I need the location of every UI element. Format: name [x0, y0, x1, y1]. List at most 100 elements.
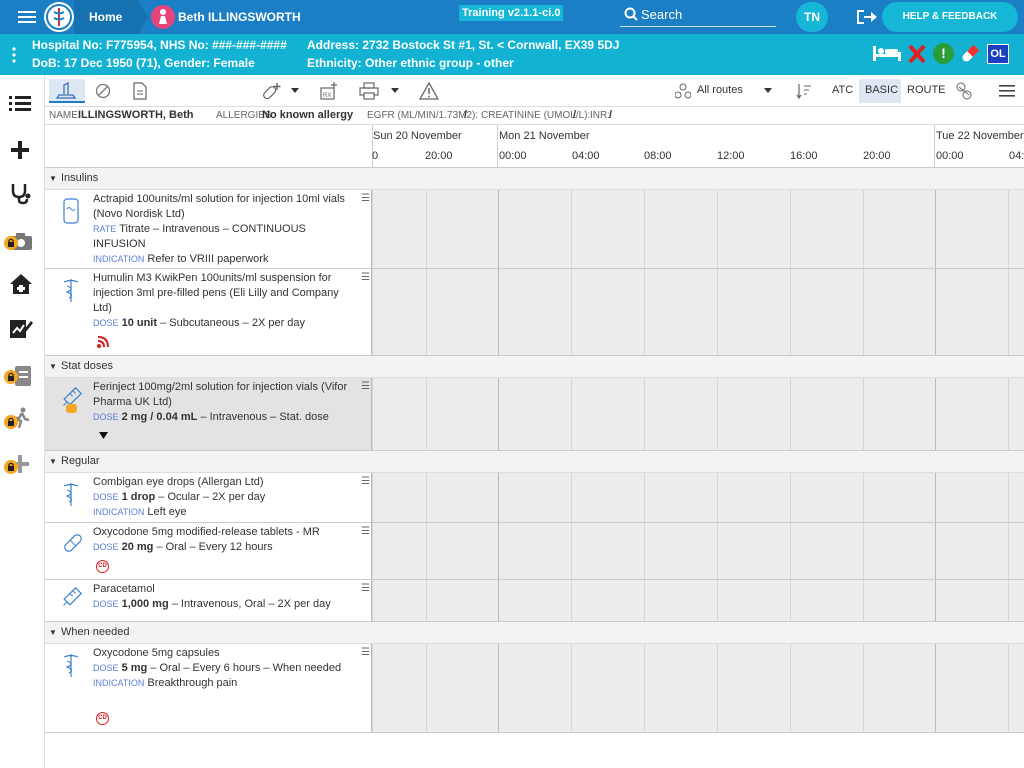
grid-line — [863, 378, 864, 450]
row-menu-icon[interactable]: ☰ — [361, 381, 370, 392]
help-feedback-button[interactable]: HELP & FEEDBACK — [882, 2, 1018, 32]
row-menu-icon[interactable]: ☰ — [361, 476, 370, 487]
administration-view-button[interactable] — [49, 79, 85, 103]
grid-line — [863, 473, 864, 522]
disabled-view-icon[interactable] — [95, 83, 111, 99]
drug-row-oxycodone-mr[interactable]: Oxycodone 5mg modified-release tablets -… — [45, 523, 1024, 580]
time-label: 16:00 — [790, 150, 818, 162]
dose-text: – Subcutaneous – 2X per day — [160, 317, 306, 329]
printer-icon[interactable] — [359, 82, 379, 100]
timeline-grid[interactable] — [372, 523, 1024, 579]
drug-row-paracetamol[interactable]: Paracetamol DOSE 1,000 mg – Intravenous,… — [45, 580, 1024, 622]
grid-line — [644, 473, 645, 522]
ol-badge[interactable]: OL — [987, 44, 1009, 64]
list-icon[interactable] — [9, 95, 31, 113]
dose-text: – Ocular – 2X per day — [158, 491, 266, 503]
hamburger-menu-icon[interactable] — [999, 85, 1015, 97]
top-bar: Home Beth ILLINGSWORTH Training v2.1.1-c… — [0, 0, 1024, 34]
chevron-down-icon[interactable] — [764, 88, 772, 93]
timeline-grid[interactable] — [372, 580, 1024, 621]
section-header-when-needed[interactable]: ▼ When needed — [45, 622, 1024, 644]
day-divider — [497, 125, 498, 169]
expand-triangle-icon[interactable] — [99, 432, 108, 439]
stethoscope-icon[interactable] — [9, 181, 33, 205]
patient-name-header[interactable]: Beth ILLINGSWORTH — [178, 10, 301, 24]
pills-icon[interactable] — [955, 82, 973, 100]
grid-line — [935, 580, 936, 621]
drug-row-ferinject[interactable]: Ferinject 100mg/2ml solution for injecti… — [45, 378, 1024, 451]
drug-row-actrapid[interactable]: Actrapid 100units/ml solution for inject… — [45, 190, 1024, 269]
drug-name: Actrapid 100units/ml solution for inject… — [93, 193, 345, 220]
timeline-grid[interactable] — [372, 473, 1024, 522]
search-box[interactable]: Search — [620, 4, 776, 27]
chevron-down-icon[interactable] — [291, 88, 299, 93]
warning-exclamation-icon[interactable]: ! — [933, 43, 954, 64]
grid-line — [571, 644, 572, 732]
row-menu-icon[interactable]: ☰ — [361, 272, 370, 283]
hospital-logo-icon[interactable] — [44, 2, 74, 32]
timeline-grid[interactable] — [372, 644, 1024, 732]
grid-line — [498, 190, 499, 268]
document-icon[interactable] — [133, 82, 147, 100]
alert-triangle-icon[interactable] — [419, 82, 439, 100]
main-content: RX All routes ATC BASIC ROUTE NAME: ILLI… — [45, 75, 1024, 768]
atc-view-tab[interactable]: ATC — [832, 84, 853, 96]
capsule-icon[interactable] — [960, 44, 980, 64]
grid-line — [426, 378, 427, 450]
grid-line — [935, 269, 936, 355]
routes-filter-icon[interactable] — [675, 83, 691, 99]
user-avatar[interactable]: TN — [796, 2, 828, 32]
dose-value: 1 drop — [121, 491, 156, 503]
time-label: 00:00 — [499, 150, 527, 162]
drug-name: Combigan eye drops (Allergan Ltd) — [93, 476, 264, 488]
drug-indication: INDICATION Refer to VRIII paperwork — [93, 252, 351, 267]
section-header-stat-doses[interactable]: ▼ Stat doses — [45, 356, 1024, 378]
grid-line — [571, 190, 572, 268]
drug-row-humulin[interactable]: Humulin M3 KwikPen 100units/ml suspensio… — [45, 269, 1024, 356]
grid-line — [498, 378, 499, 450]
hamburger-menu-icon[interactable] — [18, 10, 36, 24]
home-care-icon[interactable] — [9, 273, 33, 295]
search-label: Search — [641, 7, 683, 22]
drug-name: Ferinject 100mg/2ml solution for injecti… — [93, 381, 348, 408]
logout-icon[interactable] — [856, 8, 878, 26]
grid-line — [644, 378, 645, 450]
section-header-insulins[interactable]: ▼ Insulins — [45, 168, 1024, 190]
add-icon[interactable] — [9, 139, 31, 161]
timeline-grid[interactable] — [372, 378, 1024, 450]
sort-icon[interactable] — [796, 83, 812, 99]
dose-text: – Intravenous, Oral – 2X per day — [171, 598, 331, 610]
chevron-down-icon[interactable] — [391, 88, 399, 93]
collapse-triangle-icon[interactable]: ▼ — [49, 356, 57, 377]
drug-dose: DOSE 2 mg / 0.04 mL – Intravenous – Stat… — [93, 410, 351, 425]
more-vertical-icon[interactable] — [12, 47, 16, 63]
dose-value: 5 mg — [121, 662, 148, 674]
time-label: 20:00 — [425, 150, 453, 162]
drug-dose: DOSE 1,000 mg – Intravenous, Oral – 2X p… — [93, 597, 351, 612]
collapse-triangle-icon[interactable]: ▼ — [49, 168, 57, 189]
drug-row-oxycodone-capsules[interactable]: Oxycodone 5mg capsules DOSE 5 mg – Oral … — [45, 644, 1024, 733]
section-header-regular[interactable]: ▼ Regular — [45, 451, 1024, 473]
route-view-tab[interactable]: ROUTE — [907, 84, 946, 96]
indication-label: INDICATION — [93, 678, 145, 688]
add-prescription-icon[interactable] — [261, 82, 283, 100]
home-tab[interactable]: Home — [74, 0, 138, 34]
drug-row-combigan[interactable]: Combigan eye drops (Allergan Ltd) DOSE 1… — [45, 473, 1024, 523]
timeline-grid[interactable] — [372, 269, 1024, 355]
home-label: Home — [89, 10, 123, 24]
row-menu-icon[interactable]: ☰ — [361, 193, 370, 204]
cross-alert-icon[interactable] — [908, 44, 926, 64]
bed-icon[interactable] — [872, 44, 902, 62]
row-menu-icon[interactable]: ☰ — [361, 526, 370, 537]
routes-dropdown[interactable]: All routes — [697, 84, 743, 96]
order-set-icon[interactable]: RX — [319, 81, 339, 101]
basic-view-tab[interactable]: BASIC — [859, 79, 901, 103]
collapse-triangle-icon[interactable]: ▼ — [49, 622, 57, 643]
grid-line — [644, 269, 645, 355]
row-menu-icon[interactable]: ☰ — [361, 583, 370, 594]
edit-chart-icon[interactable] — [9, 317, 33, 339]
grid-line — [863, 523, 864, 579]
timeline-grid[interactable] — [372, 190, 1024, 268]
row-menu-icon[interactable]: ☰ — [361, 647, 370, 658]
collapse-triangle-icon[interactable]: ▼ — [49, 451, 57, 472]
